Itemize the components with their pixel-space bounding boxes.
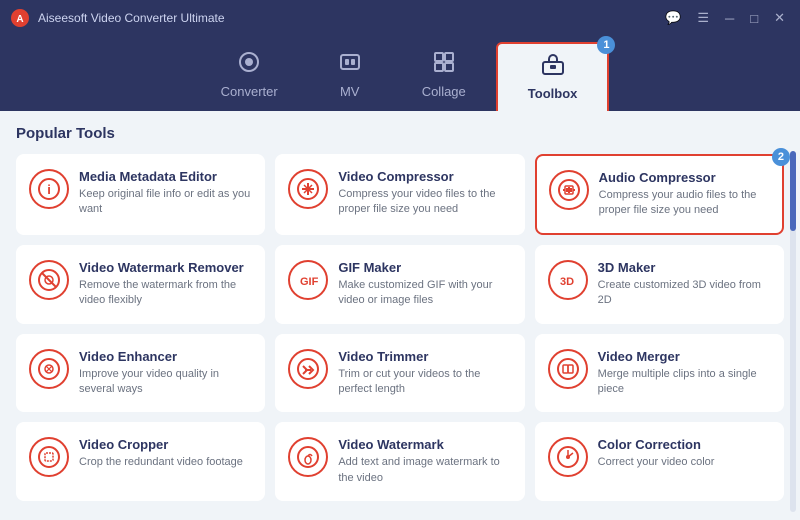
tool-card-video-merger[interactable]: Video Merger Merge multiple clips into a… bbox=[535, 334, 784, 413]
tool-icon-video-trimmer bbox=[288, 349, 328, 389]
tool-desc-3d-maker: Create customized 3D video from 2D bbox=[598, 278, 771, 309]
scrollbar-area[interactable] bbox=[790, 151, 796, 512]
tool-info-video-trimmer: Video Trimmer Trim or cut your videos to… bbox=[338, 349, 511, 398]
nav-badge: 1 bbox=[597, 36, 615, 54]
tool-name-3d-maker: 3D Maker bbox=[598, 260, 771, 275]
tool-name-video-compressor: Video Compressor bbox=[338, 169, 511, 184]
toolbox-label: Toolbox bbox=[528, 86, 578, 101]
tool-icon-video-watermark-remover bbox=[29, 260, 69, 300]
tool-info-audio-compressor: Audio Compressor Compress your audio fil… bbox=[599, 170, 770, 219]
tool-icon-video-compressor bbox=[288, 169, 328, 209]
tool-icon-video-enhancer bbox=[29, 349, 69, 389]
close-icon[interactable]: ✕ bbox=[769, 8, 790, 28]
tool-info-gif-maker: GIF Maker Make customized GIF with your … bbox=[338, 260, 511, 309]
svg-text:GIF: GIF bbox=[300, 276, 319, 288]
tool-info-color-correction: Color Correction Correct your video colo… bbox=[598, 437, 771, 470]
tool-name-video-trimmer: Video Trimmer bbox=[338, 349, 511, 364]
nav-bar: Converter MV Collage 1 bbox=[0, 36, 800, 111]
tool-card-video-trimmer[interactable]: Video Trimmer Trim or cut your videos to… bbox=[275, 334, 524, 413]
tool-card-color-correction[interactable]: Color Correction Correct your video colo… bbox=[535, 422, 784, 501]
tool-desc-video-compressor: Compress your video files to the proper … bbox=[338, 187, 511, 218]
tool-icon-gif-maker: GIF bbox=[288, 260, 328, 300]
tool-card-video-watermark-remover[interactable]: Video Watermark Remover Remove the water… bbox=[16, 245, 265, 324]
tool-name-video-merger: Video Merger bbox=[598, 349, 771, 364]
app-logo: A bbox=[10, 8, 30, 28]
app-title: Aiseesoft Video Converter Ultimate bbox=[38, 11, 225, 25]
tool-info-video-compressor: Video Compressor Compress your video fil… bbox=[338, 169, 511, 218]
tool-desc-color-correction: Correct your video color bbox=[598, 455, 771, 470]
tool-name-media-metadata-editor: Media Metadata Editor bbox=[79, 169, 252, 184]
tool-card-media-metadata-editor[interactable]: i Media Metadata Editor Keep original fi… bbox=[16, 154, 265, 235]
tool-desc-video-trimmer: Trim or cut your videos to the perfect l… bbox=[338, 367, 511, 398]
converter-icon bbox=[237, 50, 261, 80]
tool-info-video-cropper: Video Cropper Crop the redundant video f… bbox=[79, 437, 252, 470]
tool-icon-color-correction bbox=[548, 437, 588, 477]
tool-info-3d-maker: 3D Maker Create customized 3D video from… bbox=[598, 260, 771, 309]
tool-icon-video-watermark bbox=[288, 437, 328, 477]
tool-desc-video-merger: Merge multiple clips into a single piece bbox=[598, 367, 771, 398]
tool-card-video-cropper[interactable]: Video Cropper Crop the redundant video f… bbox=[16, 422, 265, 501]
mv-icon bbox=[338, 50, 362, 80]
tool-desc-video-watermark: Add text and image watermark to the vide… bbox=[338, 455, 511, 486]
chat-icon[interactable]: 💬 bbox=[660, 8, 686, 28]
tool-info-video-watermark-remover: Video Watermark Remover Remove the water… bbox=[79, 260, 252, 309]
tool-info-video-merger: Video Merger Merge multiple clips into a… bbox=[598, 349, 771, 398]
tool-info-video-watermark: Video Watermark Add text and image water… bbox=[338, 437, 511, 486]
section-title: Popular Tools bbox=[16, 125, 784, 142]
svg-text:i: i bbox=[47, 182, 51, 197]
tool-icon-video-merger bbox=[548, 349, 588, 389]
tool-icon-audio-compressor bbox=[549, 170, 589, 210]
menu-icon[interactable]: ☰ bbox=[692, 8, 714, 28]
maximize-icon[interactable]: □ bbox=[745, 9, 763, 28]
scrollbar-thumb[interactable] bbox=[790, 151, 796, 231]
tool-name-video-cropper: Video Cropper bbox=[79, 437, 252, 452]
content-area: Popular Tools i Media Metadata Editor Ke… bbox=[0, 111, 800, 520]
svg-text:3D: 3D bbox=[560, 276, 574, 288]
tool-card-3d-maker[interactable]: 3D 3D Maker Create customized 3D video f… bbox=[535, 245, 784, 324]
tool-card-video-enhancer[interactable]: Video Enhancer Improve your video qualit… bbox=[16, 334, 265, 413]
tool-card-video-compressor[interactable]: Video Compressor Compress your video fil… bbox=[275, 154, 524, 235]
tool-desc-media-metadata-editor: Keep original file info or edit as you w… bbox=[79, 187, 252, 218]
svg-text:A: A bbox=[16, 14, 23, 25]
collage-label: Collage bbox=[422, 84, 466, 99]
collage-icon bbox=[432, 50, 456, 80]
mv-label: MV bbox=[340, 84, 360, 99]
tool-card-audio-compressor[interactable]: 2 Audio Compressor Compress your audio f… bbox=[535, 154, 784, 235]
nav-item-converter[interactable]: Converter bbox=[191, 42, 308, 111]
converter-label: Converter bbox=[221, 84, 278, 99]
tools-grid: i Media Metadata Editor Keep original fi… bbox=[16, 154, 784, 501]
tool-desc-video-watermark-remover: Remove the watermark from the video flex… bbox=[79, 278, 252, 309]
tool-name-color-correction: Color Correction bbox=[598, 437, 771, 452]
tool-info-video-enhancer: Video Enhancer Improve your video qualit… bbox=[79, 349, 252, 398]
tool-name-video-enhancer: Video Enhancer bbox=[79, 349, 252, 364]
tool-name-gif-maker: GIF Maker bbox=[338, 260, 511, 275]
tool-name-video-watermark-remover: Video Watermark Remover bbox=[79, 260, 252, 275]
tool-card-video-watermark[interactable]: Video Watermark Add text and image water… bbox=[275, 422, 524, 501]
tool-desc-gif-maker: Make customized GIF with your video or i… bbox=[338, 278, 511, 309]
tool-name-video-watermark: Video Watermark bbox=[338, 437, 511, 452]
tool-desc-video-cropper: Crop the redundant video footage bbox=[79, 455, 252, 470]
tool-icon-3d-maker: 3D bbox=[548, 260, 588, 300]
tool-name-audio-compressor: Audio Compressor bbox=[599, 170, 770, 185]
tool-card-gif-maker[interactable]: GIF GIF Maker Make customized GIF with y… bbox=[275, 245, 524, 324]
tool-desc-audio-compressor: Compress your audio files to the proper … bbox=[599, 188, 770, 219]
tool-icon-media-metadata-editor: i bbox=[29, 169, 69, 209]
nav-item-toolbox[interactable]: 1 Toolbox bbox=[496, 42, 610, 111]
nav-item-mv[interactable]: MV bbox=[308, 42, 392, 111]
nav-item-collage[interactable]: Collage bbox=[392, 42, 496, 111]
minimize-icon[interactable]: ─ bbox=[720, 9, 739, 28]
titlebar: A Aiseesoft Video Converter Ultimate 💬 ☰… bbox=[0, 0, 800, 36]
toolbox-icon bbox=[541, 52, 565, 82]
tool-info-media-metadata-editor: Media Metadata Editor Keep original file… bbox=[79, 169, 252, 218]
tool-desc-video-enhancer: Improve your video quality in several wa… bbox=[79, 367, 252, 398]
tool-icon-video-cropper bbox=[29, 437, 69, 477]
